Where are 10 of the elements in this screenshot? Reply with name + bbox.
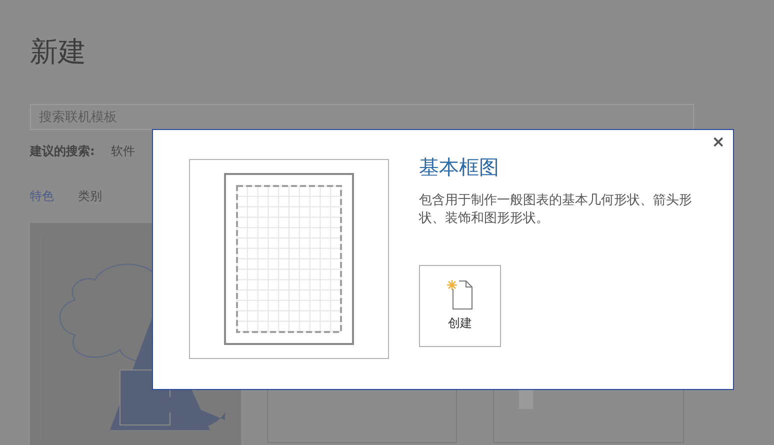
page-title: 新建 [30, 34, 87, 70]
dialog-title: 基本框图 [419, 154, 500, 181]
template-description: 包含用于制作一般图表的基本几何形状、箭头形状、装饰和图形形状。 [419, 192, 693, 228]
create-button[interactable]: 创建 [419, 265, 501, 347]
category-tab[interactable]: 类别 [78, 187, 102, 205]
suggested-search-link[interactable]: 软件 [110, 142, 135, 160]
suggested-searches-label: 建议的搜索: [30, 143, 95, 160]
close-button[interactable]: × [712, 132, 725, 152]
new-document-icon [447, 280, 473, 310]
category-tab[interactable]: 特色 [30, 187, 54, 205]
